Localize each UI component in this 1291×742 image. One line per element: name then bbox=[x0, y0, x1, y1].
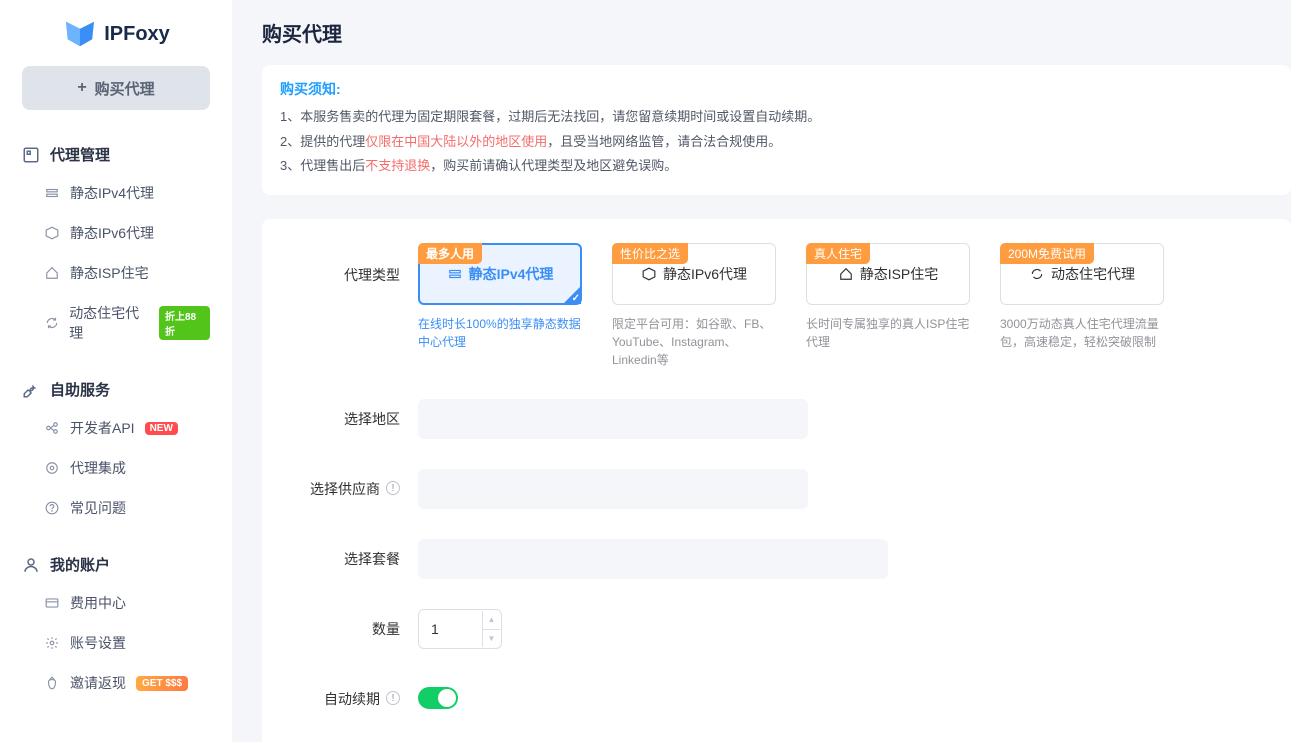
flag-most-popular: 最多人用 bbox=[418, 243, 482, 264]
sidebar: IPFoxy + 购买代理 代理管理 静态IPv4代理 静态IPv6代理 静态I… bbox=[0, 0, 232, 742]
sidebar-item-static-ipv4[interactable]: 静态IPv4代理 bbox=[0, 173, 232, 213]
integration-icon bbox=[44, 460, 60, 476]
purchase-notice: 购买须知: 1、本服务售卖的代理为固定期限套餐，过期后无法找回，请您留意续期时间… bbox=[262, 65, 1291, 195]
brand-name: IPFoxy bbox=[104, 23, 170, 46]
quantity-up[interactable]: ▲ bbox=[483, 611, 500, 630]
quantity-stepper[interactable]: 1 ▲ ▼ bbox=[418, 609, 502, 649]
label-supplier: 选择供应商 ! bbox=[296, 469, 400, 509]
gear-icon bbox=[44, 635, 60, 651]
ipv4-type-icon bbox=[447, 266, 463, 282]
main-content: 购买代理 购买须知: 1、本服务售卖的代理为固定期限套餐，过期后无法找回，请您留… bbox=[232, 0, 1291, 742]
info-icon[interactable]: ! bbox=[386, 691, 400, 705]
ipv6-type-icon bbox=[641, 266, 657, 282]
sidebar-item-billing[interactable]: 费用中心 bbox=[0, 583, 232, 623]
label-proxy-type: 代理类型 bbox=[296, 243, 400, 369]
supplier-select[interactable] bbox=[418, 469, 808, 509]
get-money-badge: GET $$$ bbox=[136, 676, 188, 691]
menu-section-self-service: 自助服务 bbox=[0, 371, 232, 408]
info-icon[interactable]: ! bbox=[386, 481, 400, 495]
label-package: 选择套餐 bbox=[296, 539, 400, 579]
label-region: 选择地区 bbox=[296, 399, 400, 439]
notice-line-3: 3、代理售出后不支持退换，购买前请确认代理类型及地区避免误购。 bbox=[280, 154, 1273, 179]
plus-icon: + bbox=[77, 79, 86, 97]
home-type-icon bbox=[838, 266, 854, 282]
type-card-dynamic[interactable]: 200M免费试用 动态住宅代理 bbox=[1000, 243, 1164, 305]
fox-logo-icon bbox=[62, 20, 98, 48]
sidebar-item-referral[interactable]: 邀请返现 GET $$$ bbox=[0, 663, 232, 703]
type-card-ipv4[interactable]: 最多人用 静态IPv4代理 bbox=[418, 243, 582, 305]
region-select[interactable] bbox=[418, 399, 808, 439]
auto-renew-switch[interactable] bbox=[418, 687, 458, 709]
api-icon bbox=[44, 420, 60, 436]
ipv6-icon bbox=[44, 225, 60, 241]
buy-proxy-button[interactable]: + 购买代理 bbox=[22, 66, 210, 110]
sidebar-item-dynamic-residential[interactable]: 动态住宅代理 折上88折 bbox=[0, 293, 232, 353]
money-bag-icon bbox=[44, 675, 60, 691]
notice-line-1: 1、本服务售卖的代理为固定期限套餐，过期后无法找回，请您留意续期时间或设置自动续… bbox=[280, 105, 1273, 130]
question-icon bbox=[44, 500, 60, 516]
page-title: 购买代理 bbox=[262, 18, 1291, 47]
sidebar-item-static-isp[interactable]: 静态ISP住宅 bbox=[0, 253, 232, 293]
type-card-isp[interactable]: 真人住宅 静态ISP住宅 bbox=[806, 243, 970, 305]
brand-logo[interactable]: IPFoxy bbox=[0, 12, 232, 66]
ipv4-icon bbox=[44, 185, 60, 201]
purchase-form: 代理类型 最多人用 静态IPv4代理 在线时长100%的独享静态数据中心代理 bbox=[262, 219, 1291, 742]
sidebar-item-dev-api[interactable]: 开发者API NEW bbox=[0, 408, 232, 448]
proxy-mgmt-icon bbox=[22, 146, 40, 164]
user-icon bbox=[22, 556, 40, 574]
type-desc-ipv4: 在线时长100%的独享静态数据中心代理 bbox=[418, 315, 582, 351]
new-badge: NEW bbox=[145, 422, 178, 435]
quantity-down[interactable]: ▼ bbox=[483, 630, 500, 648]
package-select[interactable] bbox=[418, 539, 888, 579]
menu-section-proxy-mgmt: 代理管理 bbox=[0, 136, 232, 173]
sidebar-item-integration[interactable]: 代理集成 bbox=[0, 448, 232, 488]
refresh-icon bbox=[44, 315, 59, 331]
flag-free-trial: 200M免费试用 bbox=[1000, 243, 1094, 264]
type-card-ipv6[interactable]: 性价比之选 静态IPv6代理 bbox=[612, 243, 776, 305]
discount-badge: 折上88折 bbox=[159, 306, 210, 340]
label-auto-renew: 自动续期 ! bbox=[296, 679, 400, 709]
sidebar-item-account-settings[interactable]: 账号设置 bbox=[0, 623, 232, 663]
check-corner-icon bbox=[563, 286, 581, 304]
notice-line-2: 2、提供的代理仅限在中国大陆以外的地区使用，且受当地网络监管，请合法合规使用。 bbox=[280, 130, 1273, 155]
wrench-icon bbox=[22, 381, 40, 399]
menu-section-account: 我的账户 bbox=[0, 546, 232, 583]
flag-residential: 真人住宅 bbox=[806, 243, 870, 264]
sidebar-item-faq[interactable]: 常见问题 bbox=[0, 488, 232, 528]
card-icon bbox=[44, 595, 60, 611]
home-icon bbox=[44, 265, 60, 281]
refresh-type-icon bbox=[1029, 266, 1045, 282]
type-desc-isp: 长时间专属独享的真人ISP住宅代理 bbox=[806, 315, 970, 351]
notice-title: 购买须知: bbox=[280, 79, 1273, 99]
type-desc-dynamic: 3000万动态真人住宅代理流量包，高速稳定，轻松突破限制 bbox=[1000, 315, 1164, 351]
sidebar-item-static-ipv6[interactable]: 静态IPv6代理 bbox=[0, 213, 232, 253]
type-desc-ipv6: 限定平台可用：如谷歌、FB、YouTube、Instagram、Linkedin… bbox=[612, 315, 776, 369]
label-quantity: 数量 bbox=[296, 609, 400, 649]
flag-value: 性价比之选 bbox=[612, 243, 688, 264]
